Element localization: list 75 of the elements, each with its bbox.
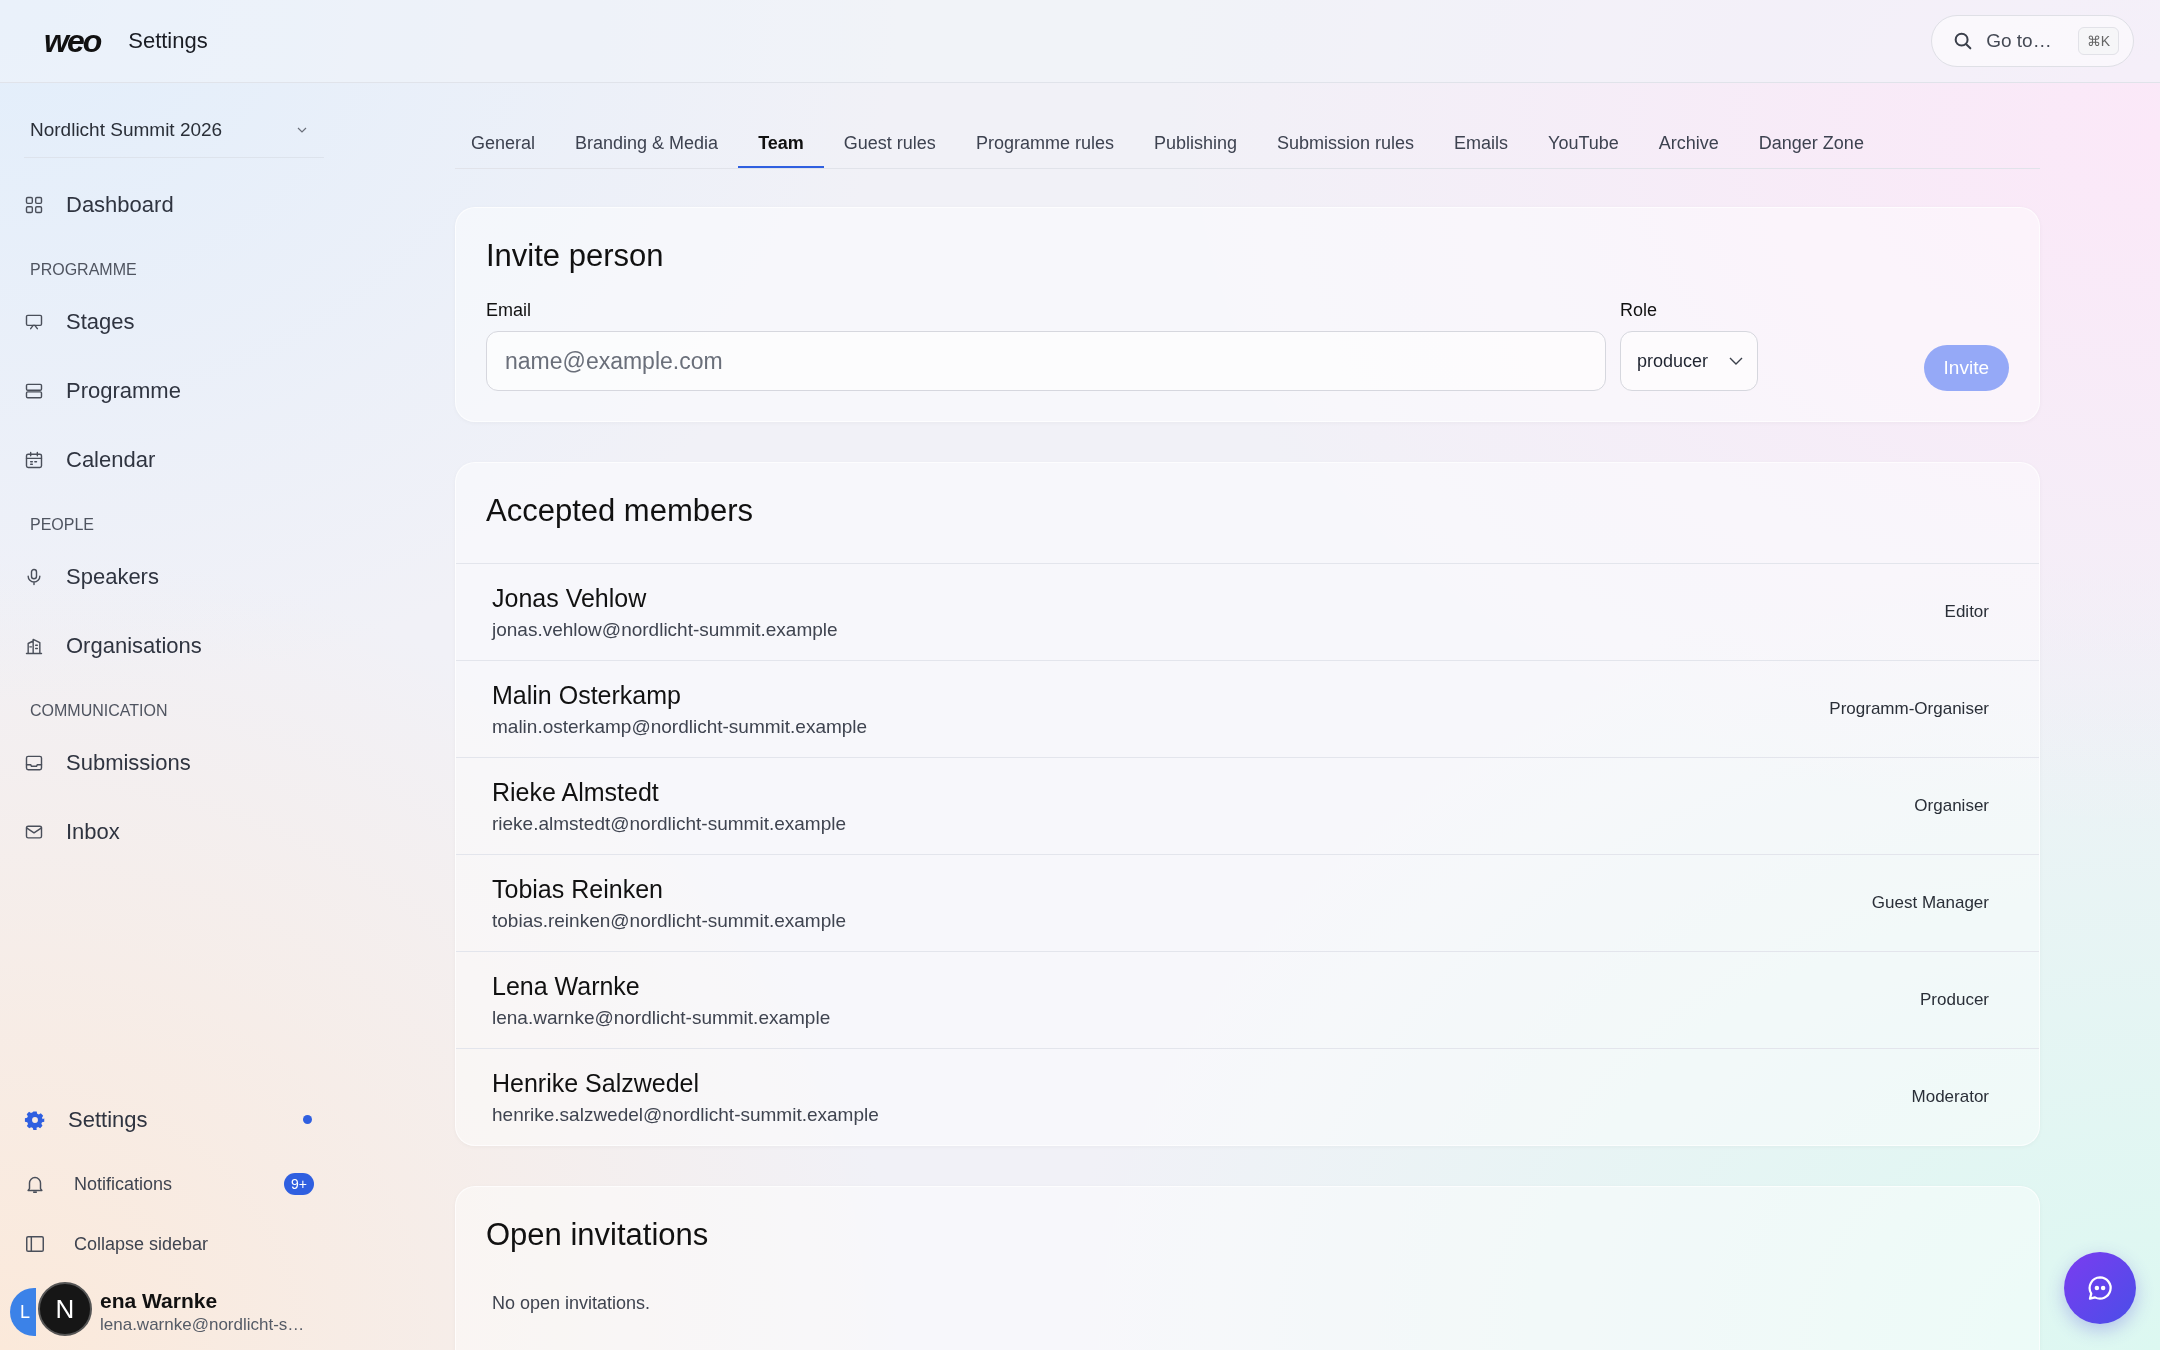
member-row[interactable]: Rieke Almstedt rieke.almstedt@nordlicht-summit.example Organiser	[456, 757, 2039, 854]
user-avatar[interactable]: L	[10, 1288, 36, 1336]
member-row[interactable]: Jonas Vehlow jonas.vehlow@nordlicht-summit.example Editor	[456, 563, 2039, 660]
member-name: Henrike Salzwedel	[492, 1068, 701, 1098]
field-label: Role	[1620, 300, 1659, 321]
member-email: malin.osterkamp@nordlicht-summit.example	[492, 715, 868, 738]
sidebar-icon	[24, 1233, 46, 1255]
role-select[interactable]: producer	[1620, 331, 1758, 391]
sidebar-item[interactable]: Stages	[24, 287, 324, 356]
section-heading: PROGRAMME	[29, 260, 138, 280]
collapse-sidebar-button[interactable]: Collapse sidebar	[24, 1214, 314, 1274]
go-to-search[interactable]: Go to… ⌘K	[1931, 15, 2134, 67]
sidebar-item[interactable]: Programme	[24, 356, 324, 425]
tab[interactable]: Emails	[1434, 123, 1529, 168]
sidebar-item[interactable]: Calendar	[24, 425, 324, 494]
calendar-icon	[24, 449, 44, 470]
member-email: rieke.almstedt@nordlicht-summit.example	[492, 812, 846, 835]
member-name: Jonas Vehlow	[492, 583, 648, 613]
tab[interactable]: Archive	[1638, 123, 1739, 168]
member-name: Malin Osterkamp	[492, 680, 682, 710]
field-label: Email	[486, 300, 532, 321]
chevron-down-icon	[1729, 357, 1743, 365]
tab[interactable]: Danger Zone	[1738, 123, 1884, 168]
sidebar-item[interactable]: Dashboard	[24, 170, 324, 239]
member-email: tobias.reinken@nordlicht-summit.example	[492, 909, 847, 932]
member-role: Editor	[1944, 602, 1989, 622]
member-role: Guest Manager	[1871, 893, 1989, 913]
member-role: Producer	[1920, 990, 1989, 1010]
grid-icon	[24, 194, 44, 215]
tab[interactable]: Programme rules	[955, 123, 1134, 168]
tab[interactable]: Guest rules	[823, 123, 956, 168]
section-heading: PEOPLE	[29, 515, 96, 535]
member-row[interactable]: Henrike Salzwedel henrike.salzwedel@nordlicht-summit.example Moderator	[456, 1048, 2039, 1145]
chat-button[interactable]	[2064, 1252, 2136, 1324]
member-row[interactable]: Lena Warnke lena.warnke@nordlicht-summit.example Producer	[456, 951, 2039, 1048]
member-email: jonas.vehlow@nordlicht-summit.example	[492, 618, 838, 641]
user-name: ena Warnke	[100, 1289, 219, 1313]
chevron-down-icon	[296, 126, 308, 134]
member-name: Lena Warnke	[492, 971, 641, 1001]
tab[interactable]: Publishing	[1133, 123, 1257, 168]
member-role: Programm-Organiser	[1829, 699, 1989, 719]
notification-count: 9+	[284, 1173, 314, 1195]
sidebar-item[interactable]: Speakers	[24, 542, 324, 611]
logo[interactable]: weo	[44, 22, 101, 60]
tab[interactable]: YouTube	[1528, 123, 1639, 168]
shortcut-key: ⌘K	[2077, 27, 2119, 55]
empty-message: No open invitations.	[492, 1293, 652, 1314]
card-title: Accepted members	[485, 492, 755, 530]
card-title: Open invitations	[486, 1217, 710, 1253]
member-row[interactable]: Tobias Reinken tobias.reinken@nordlicht-summit.example Guest Manager	[456, 854, 2039, 951]
sidebar-item[interactable]: Organisations	[24, 611, 324, 680]
section-heading: COMMUNICATION	[29, 701, 169, 721]
chat-icon	[2085, 1273, 2115, 1303]
user-email: lena.warnke@nordlicht-s…	[100, 1315, 305, 1335]
tab[interactable]: Branding & Media	[555, 123, 739, 168]
member-name: Tobias Reinken	[492, 874, 664, 904]
email-field[interactable]: name@example.com	[486, 331, 1606, 391]
member-name: Rieke Almstedt	[492, 777, 660, 807]
sidebar-item[interactable]: Inbox	[24, 797, 324, 866]
card-title: Invite person	[486, 238, 665, 274]
dev-indicator[interactable]: N	[38, 1282, 92, 1336]
tab[interactable]: Team	[738, 123, 824, 168]
member-email: henrike.salzwedel@nordlicht-summit.example	[492, 1103, 879, 1126]
notifications-link[interactable]: Notifications 9+	[24, 1154, 314, 1214]
member-email: lena.warnke@nordlicht-summit.example	[492, 1006, 831, 1029]
member-row[interactable]: Malin Osterkamp malin.osterkamp@nordlicht-summit.example Programm-Organiser	[456, 660, 2039, 757]
search-placeholder: Go to…	[1986, 30, 2052, 52]
sidebar-item[interactable]: Settings	[24, 1085, 324, 1154]
member-role: Moderator	[1911, 1087, 1989, 1107]
member-role: Organiser	[1914, 796, 1989, 816]
tab[interactable]: Submission rules	[1257, 123, 1435, 168]
workspace-selector[interactable]: Nordlicht Summit 2026	[24, 107, 324, 158]
tab[interactable]: General	[455, 123, 556, 168]
sidebar-item[interactable]: Submissions	[24, 728, 324, 797]
page-title: Settings	[128, 28, 208, 54]
